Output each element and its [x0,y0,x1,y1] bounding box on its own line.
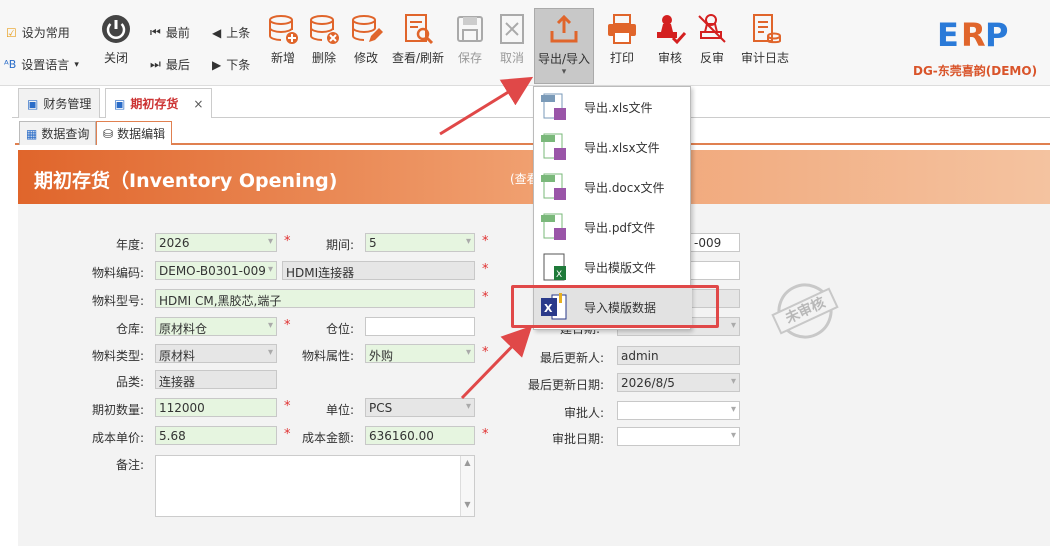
arrow-to-import-item [460,325,533,400]
arrow-to-export-button [439,76,534,136]
annotation-arrows [439,76,534,400]
